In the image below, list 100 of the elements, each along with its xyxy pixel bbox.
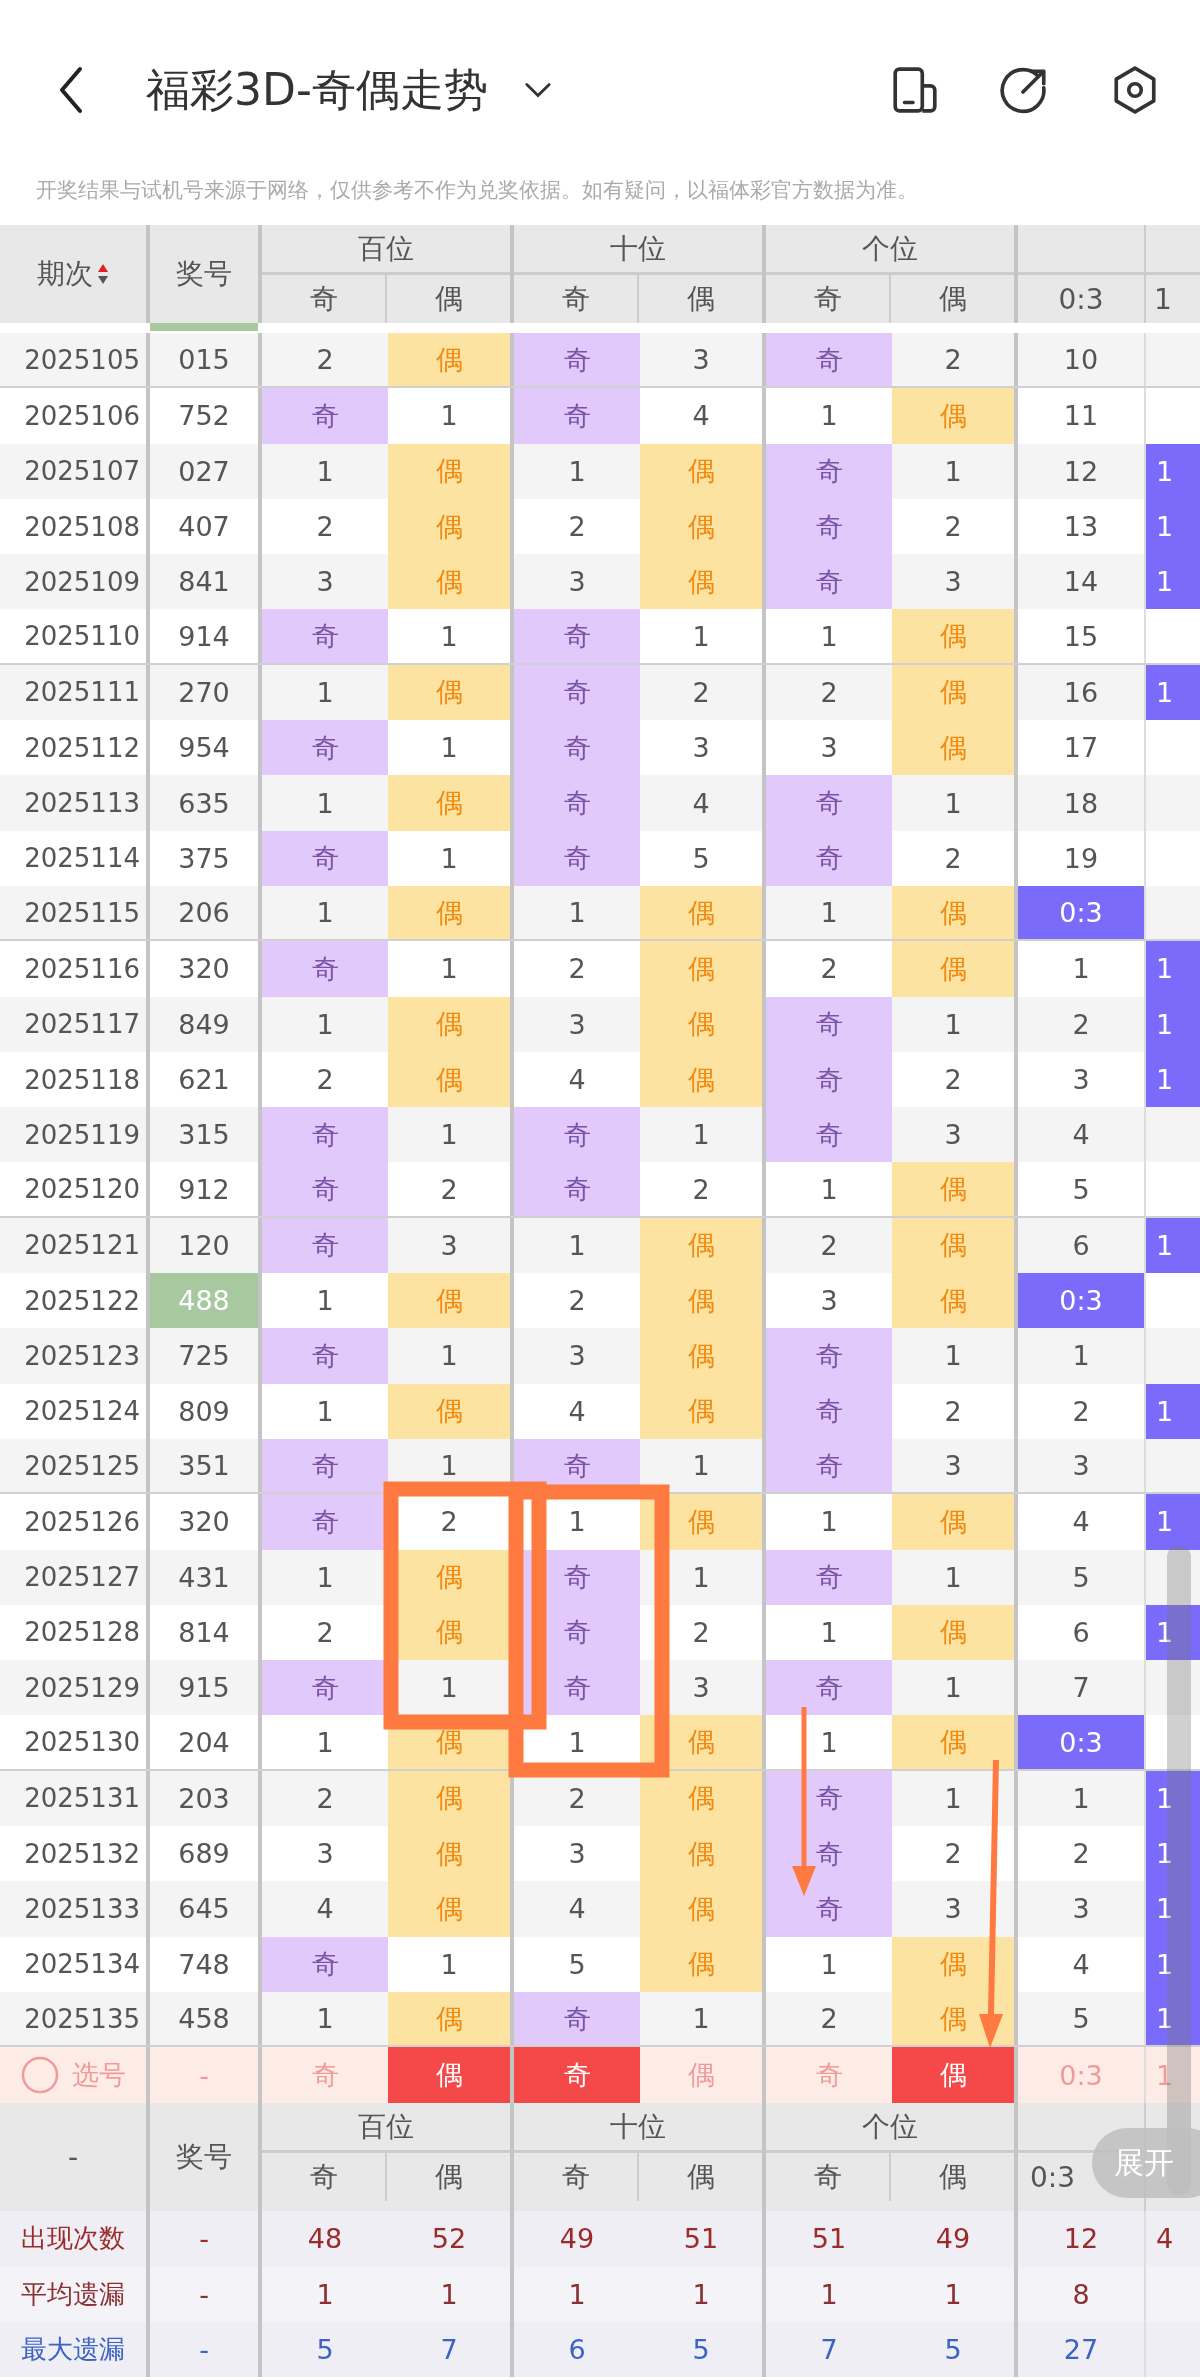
table-cell-text: 1	[819, 1505, 839, 1540]
table-cell-text: 2	[315, 343, 335, 378]
table-cell: 5	[892, 2321, 1018, 2378]
table-cell: 奇	[514, 1107, 640, 1163]
table-cell: 偶	[892, 1162, 1018, 1216]
pick-cell[interactable]: 奇	[262, 2047, 388, 2104]
table-cell: 奇	[262, 609, 388, 663]
table-cell: 奇	[514, 720, 640, 776]
table-cell: 1	[1144, 554, 1200, 610]
table-cell: 奇	[262, 1162, 388, 1216]
table-cell: 1	[1144, 1051, 1200, 1108]
table-cell-text: 4	[1071, 1118, 1091, 1153]
table-cell: 奇	[514, 609, 640, 663]
table-cell-text: 3	[567, 1339, 587, 1374]
sort-icon[interactable]	[97, 263, 109, 285]
table-cell-text: 3	[819, 1284, 839, 1319]
table-cell-text: 12	[1062, 2222, 1100, 2257]
table-cell-text: 5	[567, 1947, 587, 1982]
table-cell: 偶	[640, 1217, 766, 1274]
table-cell: 偶	[388, 1770, 514, 1826]
pick-cell[interactable]: 奇	[514, 2047, 640, 2104]
table-cell-text: 15	[1062, 619, 1100, 654]
table-cell: 奇	[262, 1328, 388, 1384]
table-cell: 偶	[388, 1051, 514, 1108]
table-cell: 奇	[766, 554, 892, 610]
expand-button[interactable]: 展开	[1092, 2128, 1200, 2198]
table-cell-text: 1	[567, 1725, 587, 1760]
dropdown-caret-icon[interactable]	[523, 80, 552, 100]
column-header: 0:3	[1058, 281, 1104, 318]
table-cell-text: 1	[315, 1284, 335, 1319]
column-header: 奇	[812, 281, 843, 317]
table-cell: 奇	[766, 1549, 892, 1605]
table-cell-text: 1	[315, 675, 335, 710]
table-cell: 偶	[640, 885, 766, 940]
table-cell-text: 1	[819, 1725, 839, 1760]
table-cell-text: 13	[1062, 510, 1100, 545]
table-cell: 偶	[892, 941, 1018, 997]
table-cell-text: 1	[567, 1505, 587, 1540]
table-cell: 奇	[514, 1991, 640, 2046]
table-cell: 1	[1144, 1991, 1200, 2046]
table-cell-text: 3	[1071, 1449, 1091, 1484]
table-cell: 1	[1144, 1936, 1200, 1992]
table-cell: 0:3	[1018, 885, 1144, 940]
table-cell-text: 2	[1071, 1007, 1091, 1042]
column-header: 1	[1153, 281, 1172, 318]
table-cell-text: 5	[1071, 2002, 1091, 2037]
table-cell: 偶	[640, 1328, 766, 1384]
table-cell: 1	[1144, 1604, 1200, 1661]
table-cell: 偶	[640, 554, 766, 610]
table-cell: 1	[1144, 1770, 1200, 1826]
table-cell: 偶	[640, 443, 766, 499]
table-cell: 奇	[766, 1826, 892, 1882]
table-cell: 奇	[766, 1438, 892, 1493]
table-cell-text: 12	[1062, 454, 1100, 489]
table-cell: 奇	[766, 333, 892, 387]
table-cell: 0:3	[1018, 1715, 1144, 1769]
table-cell-text: 1	[315, 454, 335, 489]
table-cell-text: 3	[567, 1007, 587, 1042]
table-cell: 奇	[766, 1051, 892, 1108]
table-cell-text: 1	[315, 1725, 335, 1760]
table-cell: 偶	[388, 443, 514, 499]
table-cell: 奇	[514, 1162, 640, 1216]
table-cell-text: 3	[315, 1837, 335, 1872]
table-cell: 1	[1144, 1494, 1200, 1550]
table-cell: 偶	[640, 1826, 766, 1882]
table-cell: 偶	[640, 941, 766, 997]
table-cell-text: 8	[1071, 2277, 1091, 2312]
table-cell-text: 1	[1071, 952, 1091, 987]
table-cell: 偶	[892, 1273, 1018, 1329]
group-header: 十位	[514, 225, 762, 275]
table-cell: 1	[1144, 1826, 1200, 1882]
table-cell-text: 3	[567, 565, 587, 600]
table-cell-text: 1	[819, 619, 839, 654]
table-cell-text: 18	[1062, 786, 1100, 821]
table-cell-text: 2	[819, 1228, 839, 1263]
pick-cell[interactable]: 偶	[388, 2047, 514, 2104]
table-cell: 偶	[892, 664, 1018, 721]
table-cell: 1	[1144, 1383, 1200, 1439]
table-cell: 1	[1144, 443, 1200, 499]
pick-cell[interactable]: 奇	[766, 2047, 892, 2104]
table-cell: 1	[1144, 941, 1200, 997]
table-cell-text: 2	[819, 2002, 839, 2037]
table-cell-text: 2	[567, 1284, 587, 1319]
table-cell-text: 1	[315, 786, 335, 821]
pick-cell[interactable]: 0:3	[1018, 2047, 1144, 2104]
column-header: 偶	[385, 2153, 510, 2202]
table-cell-text: 1	[567, 1228, 587, 1263]
table-cell: 偶	[640, 1383, 766, 1439]
device-icon[interactable]	[890, 65, 940, 115]
pick-cell[interactable]: 偶	[892, 2047, 1018, 2104]
table-cell: 偶	[892, 720, 1018, 776]
table-cell: 奇	[766, 1770, 892, 1826]
table-cell-text: 1	[567, 2277, 587, 2312]
table-cell-text: 6	[567, 2332, 587, 2367]
table-cell: 奇	[262, 830, 388, 886]
table-cell-text: 6	[1071, 1615, 1091, 1650]
table-cell: 偶	[388, 1273, 514, 1329]
table-cell-text: 1	[315, 2277, 335, 2312]
column-header[interactable]: 期次	[37, 255, 93, 293]
table-cell: 偶	[640, 996, 766, 1052]
